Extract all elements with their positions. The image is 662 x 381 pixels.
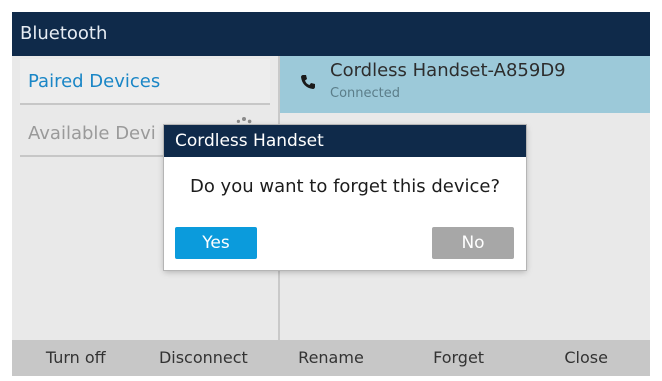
device-status: Connected: [330, 86, 401, 101]
tab-paired-devices-label: Paired Devices: [28, 71, 161, 92]
yes-button[interactable]: Yes: [175, 227, 257, 259]
bluetooth-screen: Bluetooth Paired Devices Available Devi …: [12, 12, 650, 376]
softkey-close[interactable]: Close: [522, 340, 650, 376]
softkey-disconnect[interactable]: Disconnect: [140, 340, 268, 376]
softkey-rename[interactable]: Rename: [267, 340, 395, 376]
softkey-turn-off[interactable]: Turn off: [12, 340, 140, 376]
screen-title: Bluetooth: [20, 23, 108, 44]
device-row[interactable]: Cordless Handset-A859D9 Connected: [280, 56, 650, 113]
softkey-forget[interactable]: Forget: [395, 340, 523, 376]
no-button[interactable]: No: [432, 227, 514, 259]
phone-icon: [301, 75, 315, 89]
tab-paired-devices[interactable]: Paired Devices: [20, 59, 270, 105]
forget-device-dialog: Cordless Handset Do you want to forget t…: [164, 125, 526, 270]
tab-available-devices-label: Available Devi: [28, 123, 156, 144]
softkey-bar: Turn off Disconnect Rename Forget Close: [12, 340, 650, 376]
dialog-title: Cordless Handset: [164, 125, 526, 157]
device-name: Cordless Handset-A859D9: [330, 60, 566, 81]
title-bar: Bluetooth: [12, 12, 650, 56]
dialog-message: Do you want to forget this device?: [189, 176, 501, 197]
